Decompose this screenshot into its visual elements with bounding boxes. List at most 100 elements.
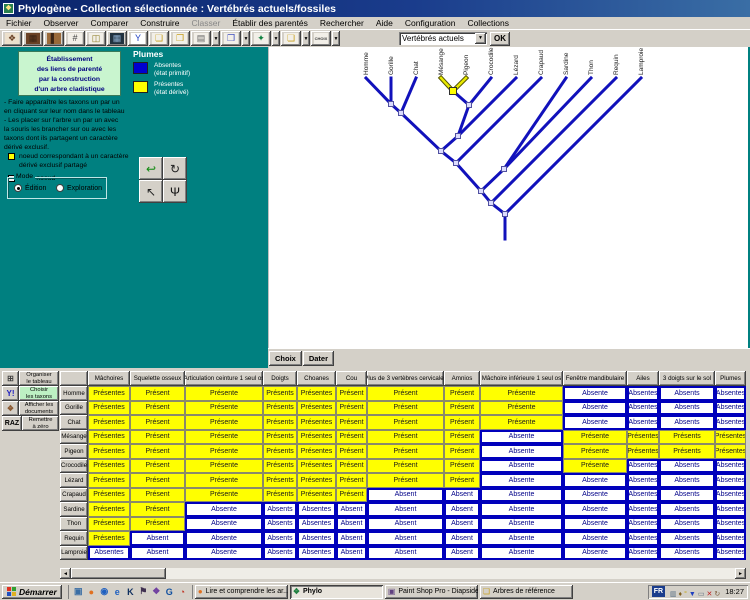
tree-node[interactable] <box>454 161 459 166</box>
chevron-down-icon[interactable]: ▼ <box>475 33 486 44</box>
row-header-pigeon[interactable]: Pigeon <box>60 444 88 459</box>
taxon-label-lezard[interactable]: Lézard <box>513 55 520 75</box>
task-arbres-button[interactable]: ❏Arbres de référence <box>480 585 573 599</box>
row-header-crocodile[interactable]: Crocodile <box>60 459 88 474</box>
scrollbar-thumb[interactable] <box>71 568 166 579</box>
tree-node[interactable] <box>479 189 484 194</box>
scroll-left-icon[interactable]: ◄ <box>60 568 71 579</box>
control-label[interactable]: Organiser le tableau <box>19 371 59 386</box>
build-tree-button[interactable]: ◫ <box>86 31 106 46</box>
row-header-homme[interactable]: Homme <box>60 386 88 401</box>
menu-item-etablir-des-parentes[interactable]: Établir des parentés <box>226 17 314 29</box>
scroll-right-icon[interactable]: ► <box>735 568 746 579</box>
shield-icon[interactable]: ▼ <box>689 591 696 598</box>
menu-item-rechercher[interactable]: Rechercher <box>314 17 370 29</box>
copy-windows-button[interactable]: ❒ <box>221 31 241 46</box>
task-paintshop-button[interactable]: ▣Paint Shop Pro - Diapside... <box>385 585 478 599</box>
tree-node[interactable] <box>439 149 444 154</box>
folder-button[interactable]: ❏ <box>281 31 301 46</box>
tree-node-derived[interactable] <box>450 88 457 95</box>
column-header-choanes[interactable]: Choanes <box>297 371 336 386</box>
column-header-squelette-osseux[interactable]: Squelette osseux <box>130 371 185 386</box>
network-error-icon[interactable]: ✕ <box>706 591 712 598</box>
menu-item-construire[interactable]: Construire <box>134 17 185 29</box>
choose-taxa-icon[interactable]: Y! <box>2 386 19 401</box>
row-header-requin[interactable]: Requin <box>60 531 88 546</box>
menu-item-aide[interactable]: Aide <box>370 17 399 29</box>
taxon-label-homme[interactable]: Homme <box>363 52 370 75</box>
flag-icon[interactable]: ⚑ <box>137 585 150 598</box>
globe-icon[interactable]: ◉ <box>98 585 111 598</box>
display-icon[interactable]: ▥ <box>670 591 677 598</box>
redo-rotate-tool-button[interactable]: ↻ <box>163 157 187 180</box>
start-button[interactable]: Démarrer <box>2 585 62 599</box>
menu-item-configuration[interactable]: Configuration <box>399 17 462 29</box>
tree-node[interactable] <box>503 212 508 217</box>
g-icon[interactable]: G <box>163 585 176 598</box>
row-header-lezard[interactable]: Lézard <box>60 473 88 488</box>
choix-button[interactable]: CHOIX <box>311 31 331 46</box>
raz-button[interactable]: RAZ <box>2 416 22 431</box>
taxon-label-crocodile[interactable]: Crocodile <box>488 47 495 75</box>
windows-grid-icon[interactable]: ❖ <box>150 585 163 598</box>
media-icon[interactable]: ◔ <box>176 585 189 598</box>
column-header-plus-de-3-vertebres-cervicales[interactable]: Plus de 3 vertèbres cervicales <box>367 371 444 386</box>
row-header-chat[interactable]: Chat <box>60 415 88 430</box>
ok-button[interactable]: OK <box>490 32 510 46</box>
screen-button[interactable]: ▦ <box>107 31 127 46</box>
folder-open-button[interactable]: ❐ <box>170 31 190 46</box>
cladogram-canvas[interactable]: HommeGorilleChatMésangePigeonCrocodileLé… <box>268 47 748 348</box>
copy-windows-dropdown-icon[interactable]: ▼ <box>242 31 250 46</box>
row-header-sardine[interactable]: Sardine <box>60 502 88 517</box>
column-header-plumes[interactable]: Plumes <box>715 371 746 386</box>
taxon-label-crapaud[interactable]: Crapaud <box>538 50 545 75</box>
window-icon[interactable]: ▭ <box>698 591 705 598</box>
task-lire-button[interactable]: ●Lire et comprendre les ar... <box>195 585 288 599</box>
title-bar[interactable]: ❖ Phylogène - Collection sélectionnée : … <box>0 0 750 17</box>
tree-node[interactable] <box>467 103 472 108</box>
taxon-label-requin[interactable]: Requin <box>613 54 620 75</box>
images-dropdown-icon[interactable]: ▼ <box>272 31 280 46</box>
row-header-crapaud[interactable]: Crapaud <box>60 488 88 503</box>
menu-item-observer[interactable]: Observer <box>38 17 85 29</box>
pointer-tool-button[interactable]: ↖ <box>139 180 163 203</box>
taxon-label-pigeon[interactable]: Pigeon <box>463 54 470 75</box>
control-label[interactable]: Remettre à zéro <box>22 416 59 431</box>
radio-icon[interactable] <box>14 184 22 192</box>
row-header-gorille[interactable]: Gorille <box>60 401 88 416</box>
mode-radio-edition[interactable]: Édition <box>14 184 46 192</box>
taxon-label-chat[interactable]: Chat <box>413 61 420 75</box>
print-button[interactable]: ▤ <box>191 31 211 46</box>
column-header-fenetre-mandibulaire[interactable]: Fenêtre mandibulaire <box>563 371 627 386</box>
column-header-3-doigts-sur-le-sol[interactable]: 3 doigts sur le sol <box>659 371 715 386</box>
firefox-icon[interactable]: ● <box>85 585 98 598</box>
menu-item-collections[interactable]: Collections <box>461 17 515 29</box>
table-grid-button[interactable]: # <box>65 31 85 46</box>
horizontal-scrollbar[interactable]: ◄ ► <box>60 568 746 579</box>
menu-item-fichier[interactable]: Fichier <box>0 17 38 29</box>
taxon-label-gorille[interactable]: Gorille <box>388 56 395 75</box>
observe-photo-button[interactable]: ▦ <box>23 31 43 46</box>
fan-tree-tool-button[interactable]: Ψ <box>163 180 187 203</box>
folder-b-button[interactable]: ❏ <box>149 31 169 46</box>
scrollbar-track[interactable] <box>166 568 735 579</box>
tree-node[interactable] <box>489 201 494 206</box>
row-header-lamproie[interactable]: Lamproie <box>60 546 88 561</box>
tree-node[interactable] <box>389 102 394 107</box>
folder-dropdown-icon[interactable]: ▼ <box>302 31 310 46</box>
control-label[interactable]: Afficher les documents <box>19 401 59 416</box>
task-phylo-button[interactable]: ❖Phylo <box>290 585 383 599</box>
column-header-machoire-inferieure-1-seul-os[interactable]: Mâchoire inférieure 1 seul os <box>480 371 563 386</box>
documents-icon[interactable]: ❖ <box>2 401 19 416</box>
key-icon[interactable]: ° <box>684 591 687 598</box>
organize-grid-icon[interactable]: ⊞ <box>2 371 19 386</box>
column-header-amnios[interactable]: Amnios <box>444 371 480 386</box>
choix-button[interactable]: Choix <box>269 351 302 366</box>
row-header-thon[interactable]: Thon <box>60 517 88 532</box>
column-header-ailes[interactable]: Ailes <box>627 371 659 386</box>
menu-item-comparer[interactable]: Comparer <box>84 17 134 29</box>
volume-icon[interactable]: ♦ <box>679 591 683 598</box>
tree-node[interactable] <box>502 167 507 172</box>
column-header-cou[interactable]: Cou <box>336 371 367 386</box>
pointer-k-icon[interactable]: K <box>124 585 137 598</box>
